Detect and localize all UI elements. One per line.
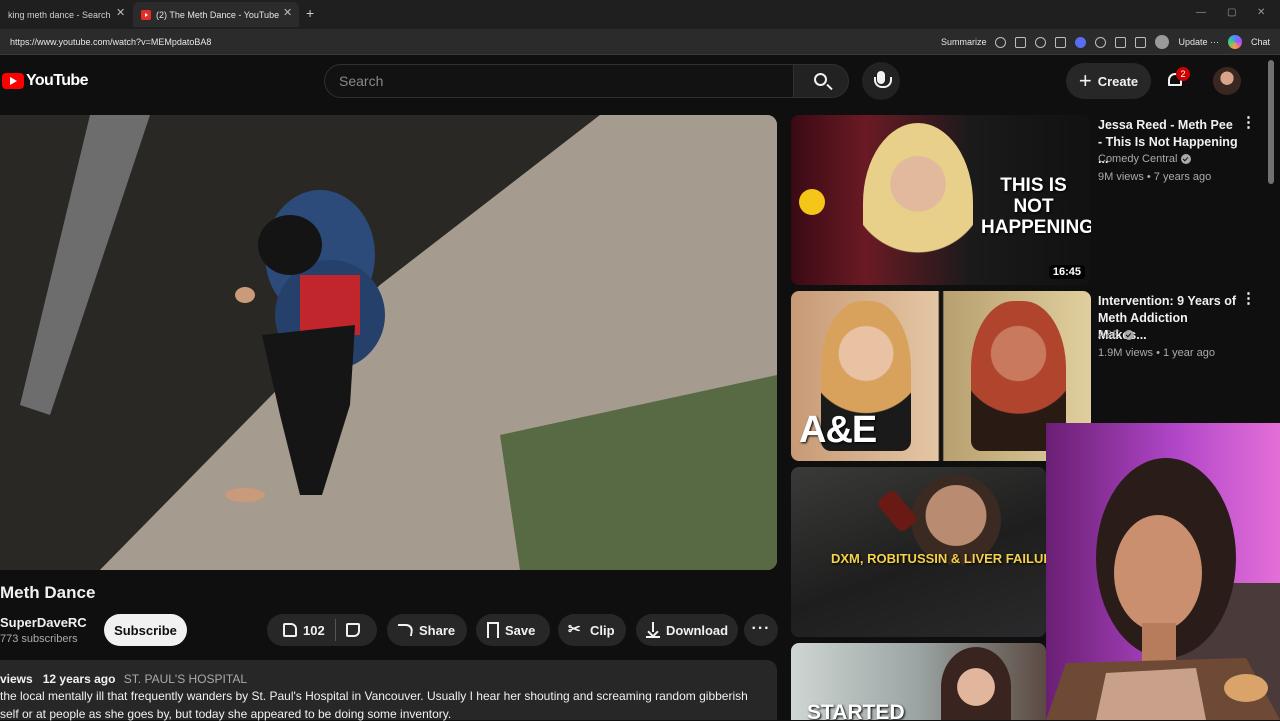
maximize-icon[interactable]: ▢ xyxy=(1227,7,1236,18)
streamer-figure xyxy=(1046,458,1280,720)
video-thumbnail[interactable]: THIS IS NOT HAPPENING 16:45 xyxy=(791,115,1091,285)
create-button[interactable]: + Create xyxy=(1066,63,1151,99)
plus-icon: + xyxy=(1078,68,1092,93)
search-icon xyxy=(814,73,827,86)
chat-button[interactable]: Chat xyxy=(1251,37,1270,47)
description-line: self or at people as she goes by, but to… xyxy=(0,707,452,721)
video-thumbnail[interactable]: STARTED xyxy=(791,643,1046,720)
browser-toolbar: Summarize Update ··· Chat xyxy=(941,29,1280,55)
extension-icon[interactable] xyxy=(1075,36,1087,48)
like-divider xyxy=(334,619,336,641)
favorite-star-icon[interactable] xyxy=(1055,36,1067,48)
thumbnail-caption: DXM, ROBITUSSIN & LIVER FAILUR xyxy=(831,551,1046,566)
summarize-icon[interactable] xyxy=(995,36,1007,48)
download-button[interactable]: Download xyxy=(636,614,738,646)
subscribe-button[interactable]: Subscribe xyxy=(104,614,187,646)
channel-name: Comedy Central xyxy=(1098,153,1178,165)
microphone-icon xyxy=(874,71,892,88)
thumbnail-person xyxy=(941,647,1011,720)
views-label: views xyxy=(0,672,33,686)
upload-age: 12 years ago xyxy=(42,672,116,686)
video-player[interactable] xyxy=(0,115,777,570)
search-box xyxy=(324,64,794,98)
subscriber-count: 773 subscribers xyxy=(0,633,78,645)
voice-search-button[interactable] xyxy=(862,62,900,100)
logo-text: YouTube xyxy=(26,72,88,89)
scissors-icon: ✂ xyxy=(568,621,581,638)
update-button[interactable]: Update ··· xyxy=(1178,37,1219,47)
notification-badge: 2 xyxy=(1176,67,1190,81)
like-count[interactable]: 102 xyxy=(303,623,325,638)
apps-icon[interactable] xyxy=(1015,36,1027,48)
close-tab-icon[interactable]: ✕ xyxy=(116,6,125,19)
description-line: the local mentally ill that frequently w… xyxy=(0,689,748,703)
location-tag[interactable]: ST. PAUL'S HOSPITAL xyxy=(124,672,247,686)
summarize-button[interactable]: Summarize xyxy=(941,37,987,47)
extensions-puzzle-icon[interactable] xyxy=(1115,36,1127,48)
recommended-video[interactable]: THIS IS NOT HAPPENING 16:45 Jessa Reed -… xyxy=(791,115,1266,285)
tab-label: king meth dance - Search xyxy=(8,9,111,20)
thumbnail-person xyxy=(863,123,973,283)
like-dislike-group: 102 xyxy=(267,614,377,646)
favorites-icon[interactable] xyxy=(1135,36,1147,48)
share-icon xyxy=(395,624,415,636)
search-input[interactable] xyxy=(325,65,765,97)
description-meta: views 12 years ago ST. PAUL'S HOSPITAL xyxy=(0,672,247,686)
download-icon xyxy=(646,622,660,638)
video-duration: 16:45 xyxy=(1048,265,1085,279)
save-button[interactable]: Save xyxy=(476,614,550,646)
page-scrollbar[interactable] xyxy=(1268,60,1274,184)
refresh-extension-icon[interactable] xyxy=(1095,36,1107,48)
recommended-channel[interactable]: Comedy Central xyxy=(1098,153,1192,165)
video-title: Meth Dance xyxy=(0,583,96,602)
video-thumbnail[interactable]: DXM, ROBITUSSIN & LIVER FAILUR xyxy=(791,467,1046,637)
tab-search[interactable]: king meth dance - Search xyxy=(0,2,128,27)
user-avatar[interactable] xyxy=(1213,67,1241,95)
bookmark-icon xyxy=(487,622,499,638)
copilot-icon[interactable] xyxy=(1227,35,1242,49)
youtube-play-icon xyxy=(2,73,24,89)
video-frame xyxy=(0,115,777,570)
more-options-icon[interactable]: ⋮ xyxy=(1241,291,1256,306)
recommended-stats: 9M views • 7 years ago xyxy=(1098,171,1212,183)
search-button[interactable] xyxy=(793,64,849,98)
clip-label: Clip xyxy=(590,622,615,638)
more-options-icon[interactable]: ⋮ xyxy=(1241,115,1256,130)
like-icon[interactable] xyxy=(283,623,297,637)
minimize-icon[interactable]: — xyxy=(1196,7,1206,18)
save-label: Save xyxy=(505,622,536,638)
tab-youtube[interactable]: (2) The Meth Dance - YouTube xyxy=(133,2,299,27)
thumbnail-caption: A&E xyxy=(799,409,877,451)
create-label: Create xyxy=(1097,73,1139,89)
clip-button[interactable]: ✂ Clip xyxy=(558,614,626,646)
zoom-icon[interactable] xyxy=(1035,36,1047,48)
share-label: Share xyxy=(419,622,456,638)
verified-check-icon xyxy=(1124,330,1135,340)
more-actions-button[interactable]: ··· xyxy=(744,614,778,646)
close-window-icon[interactable]: ✕ xyxy=(1257,7,1265,18)
url-field[interactable]: https://www.youtube.com/watch?v=MEMpdato… xyxy=(10,37,211,47)
recommended-stats: 1.9M views • 1 year ago xyxy=(1098,347,1215,359)
dislike-icon[interactable] xyxy=(345,623,360,637)
youtube-header: YouTube + Create 2 xyxy=(0,56,1280,106)
browser-profile-icon[interactable] xyxy=(1155,35,1170,49)
comedy-central-logo-icon xyxy=(799,189,825,215)
webcam-overlay xyxy=(1046,423,1280,720)
recommended-channel[interactable]: A&E xyxy=(1098,329,1135,341)
address-bar: https://www.youtube.com/watch?v=MEMpdato… xyxy=(0,29,1280,55)
new-tab-icon[interactable]: + xyxy=(306,5,314,21)
youtube-logo[interactable]: YouTube xyxy=(2,72,88,90)
browser-tab-strip: king meth dance - Search ✕ (2) The Meth … xyxy=(0,0,1280,29)
tab-label: (2) The Meth Dance - YouTube xyxy=(156,9,280,20)
share-button[interactable]: Share xyxy=(387,614,467,646)
thumbnail-caption: STARTED xyxy=(807,701,905,720)
channel-name: A&E xyxy=(1098,329,1121,341)
youtube-favicon-icon xyxy=(141,9,151,20)
close-tab-icon[interactable]: ✕ xyxy=(283,6,292,19)
channel-name[interactable]: SuperDaveRC xyxy=(0,615,87,630)
verified-check-icon xyxy=(1181,154,1192,164)
download-label: Download xyxy=(666,622,729,638)
thumbnail-caption: THIS IS NOT HAPPENING xyxy=(981,175,1091,238)
update-label: Update xyxy=(1178,37,1208,47)
